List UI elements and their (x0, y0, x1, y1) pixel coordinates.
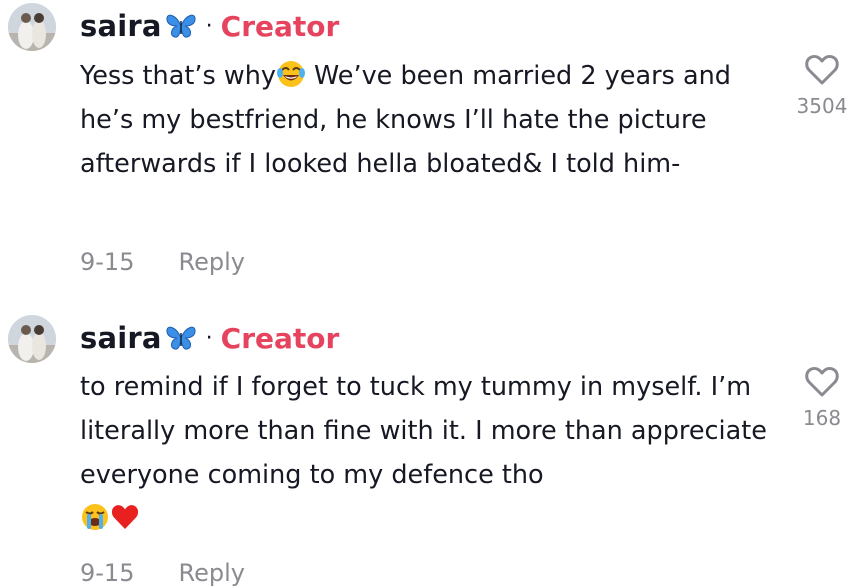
face-with-tears-of-joy-icon (276, 59, 306, 89)
loudly-crying-face-icon (80, 502, 110, 532)
heart-icon[interactable] (804, 366, 840, 398)
comment-text-part: Yess that’s why (80, 61, 276, 91)
reply-button[interactable]: Reply (178, 559, 244, 587)
butterfly-icon (164, 12, 198, 40)
comment-text: Yess that’s why We’ve been married 2 yea… (80, 54, 770, 186)
reply-button[interactable]: Reply (178, 248, 244, 276)
avatar[interactable] (8, 3, 56, 51)
like-container: 168 (780, 366, 858, 430)
red-heart-icon (110, 502, 140, 532)
like-count: 168 (802, 406, 842, 430)
comment-date: 9-15 (80, 559, 135, 587)
butterfly-icon (164, 324, 198, 352)
username[interactable]: saira (80, 321, 162, 355)
heart-icon[interactable] (804, 54, 840, 86)
like-container: 3504 (780, 54, 858, 118)
comment-header: saira · Creator (80, 318, 339, 358)
username[interactable]: saira (80, 9, 162, 43)
badge-separator: · (205, 325, 213, 351)
comment-text: to remind if I forget to tuck my tummy i… (80, 365, 770, 541)
avatar[interactable] (8, 315, 56, 363)
comment-date: 9-15 (80, 248, 135, 276)
like-count: 3504 (796, 94, 848, 118)
creator-badge: Creator (220, 321, 340, 355)
comment-meta: 9-15 Reply (80, 248, 245, 276)
comment-text-part: to remind if I forget to tuck my tummy i… (80, 372, 767, 490)
comment-header: saira · Creator (80, 6, 339, 46)
comment-meta: 9-15 Reply (80, 559, 245, 587)
creator-badge: Creator (220, 9, 340, 43)
badge-separator: · (205, 13, 213, 39)
